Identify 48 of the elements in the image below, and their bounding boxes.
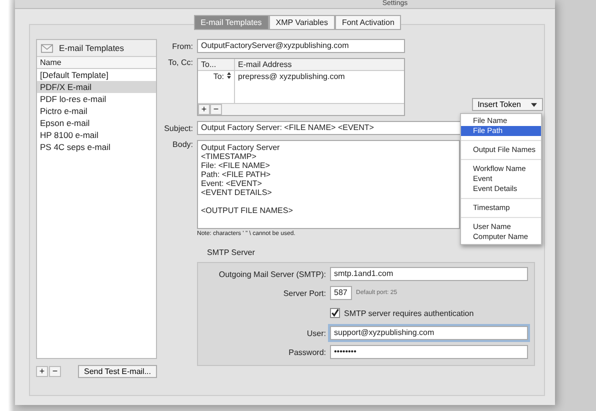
stepper-icon bbox=[227, 72, 231, 79]
body-line: <TIMESTAMP> bbox=[201, 152, 258, 161]
caret-icon bbox=[531, 102, 537, 106]
password-field[interactable]: •••••••• bbox=[330, 345, 528, 359]
checkbox-label: SMTP server requires authentication bbox=[344, 308, 474, 318]
tab[interactable]: Font Activation bbox=[334, 15, 402, 30]
body-line: Event: <EVENT> bbox=[201, 179, 263, 188]
insert-token-button[interactable]: Insert Token bbox=[472, 98, 543, 111]
column-header: E-mail Address bbox=[237, 59, 293, 70]
add-button[interactable]: + bbox=[198, 104, 210, 115]
section-title: SMTP Server bbox=[207, 248, 256, 257]
port-field[interactable]: 587 bbox=[330, 286, 352, 300]
send-test-button[interactable]: Send Test E-mail... bbox=[78, 365, 157, 378]
field-label: Subject: bbox=[163, 124, 193, 132]
template-item[interactable]: [Default Template] bbox=[37, 69, 156, 81]
subject-field[interactable]: Output Factory Server: <FILE NAME> <EVENT> bbox=[197, 121, 463, 135]
field-label: Password: bbox=[288, 348, 326, 356]
from-field[interactable]: OutputFactoryServer@xyzpublishing.com bbox=[197, 39, 405, 53]
field-label: To, Cc: bbox=[167, 58, 193, 67]
recipient-address[interactable]: prepress@ xyzpublishing.com bbox=[235, 71, 348, 103]
field-label: Outgoing Mail Server (SMTP): bbox=[218, 270, 326, 278]
template-item[interactable]: Pictro e-mail bbox=[37, 105, 156, 117]
column-header: To... bbox=[198, 59, 235, 70]
server-field[interactable]: smtp.1and1.com bbox=[330, 267, 528, 281]
body-line: Output Factory Server bbox=[201, 143, 281, 152]
tab[interactable]: XMP Variables bbox=[268, 15, 335, 30]
list-title: E-mail Templates bbox=[59, 43, 124, 53]
column-header: Name bbox=[37, 57, 156, 69]
add-button[interactable]: + bbox=[36, 366, 48, 377]
body-line: File: <FILE NAME> bbox=[201, 161, 271, 170]
body-line: <OUTPUT FILE NAMES> bbox=[201, 206, 294, 215]
template-item[interactable]: PDF lo-res e-mail bbox=[37, 93, 156, 105]
field-label: Body: bbox=[172, 140, 193, 149]
user-field[interactable]: support@xyzpublishing.com bbox=[330, 326, 528, 340]
body-field[interactable]: Output Factory Server <TIMESTAMP> File: <FILE NAME> Path: <FILE PATH> Event: <EVENT> <EVENT DETAILS> <OUTPUT FILE NAMES> bbox=[197, 140, 460, 229]
template-item[interactable]: Epson e-mail bbox=[37, 117, 156, 129]
field-label: Server Port: bbox=[282, 288, 326, 298]
body-line: <EVENT DETAILS> bbox=[201, 188, 273, 197]
field-label: User: bbox=[306, 328, 326, 338]
template-item[interactable]: PDF/X E-mail bbox=[37, 81, 156, 93]
remove-button[interactable]: − bbox=[210, 104, 222, 115]
template-item[interactable]: PS 4C seps e-mail bbox=[37, 141, 156, 153]
remove-button[interactable]: − bbox=[49, 366, 61, 377]
field-label: From: bbox=[171, 42, 193, 50]
checkbox[interactable] bbox=[330, 308, 340, 318]
envelope-icon bbox=[41, 44, 53, 52]
template-item[interactable]: HP 8100 e-mail bbox=[37, 129, 156, 141]
body-line: Path: <FILE PATH> bbox=[201, 170, 272, 179]
